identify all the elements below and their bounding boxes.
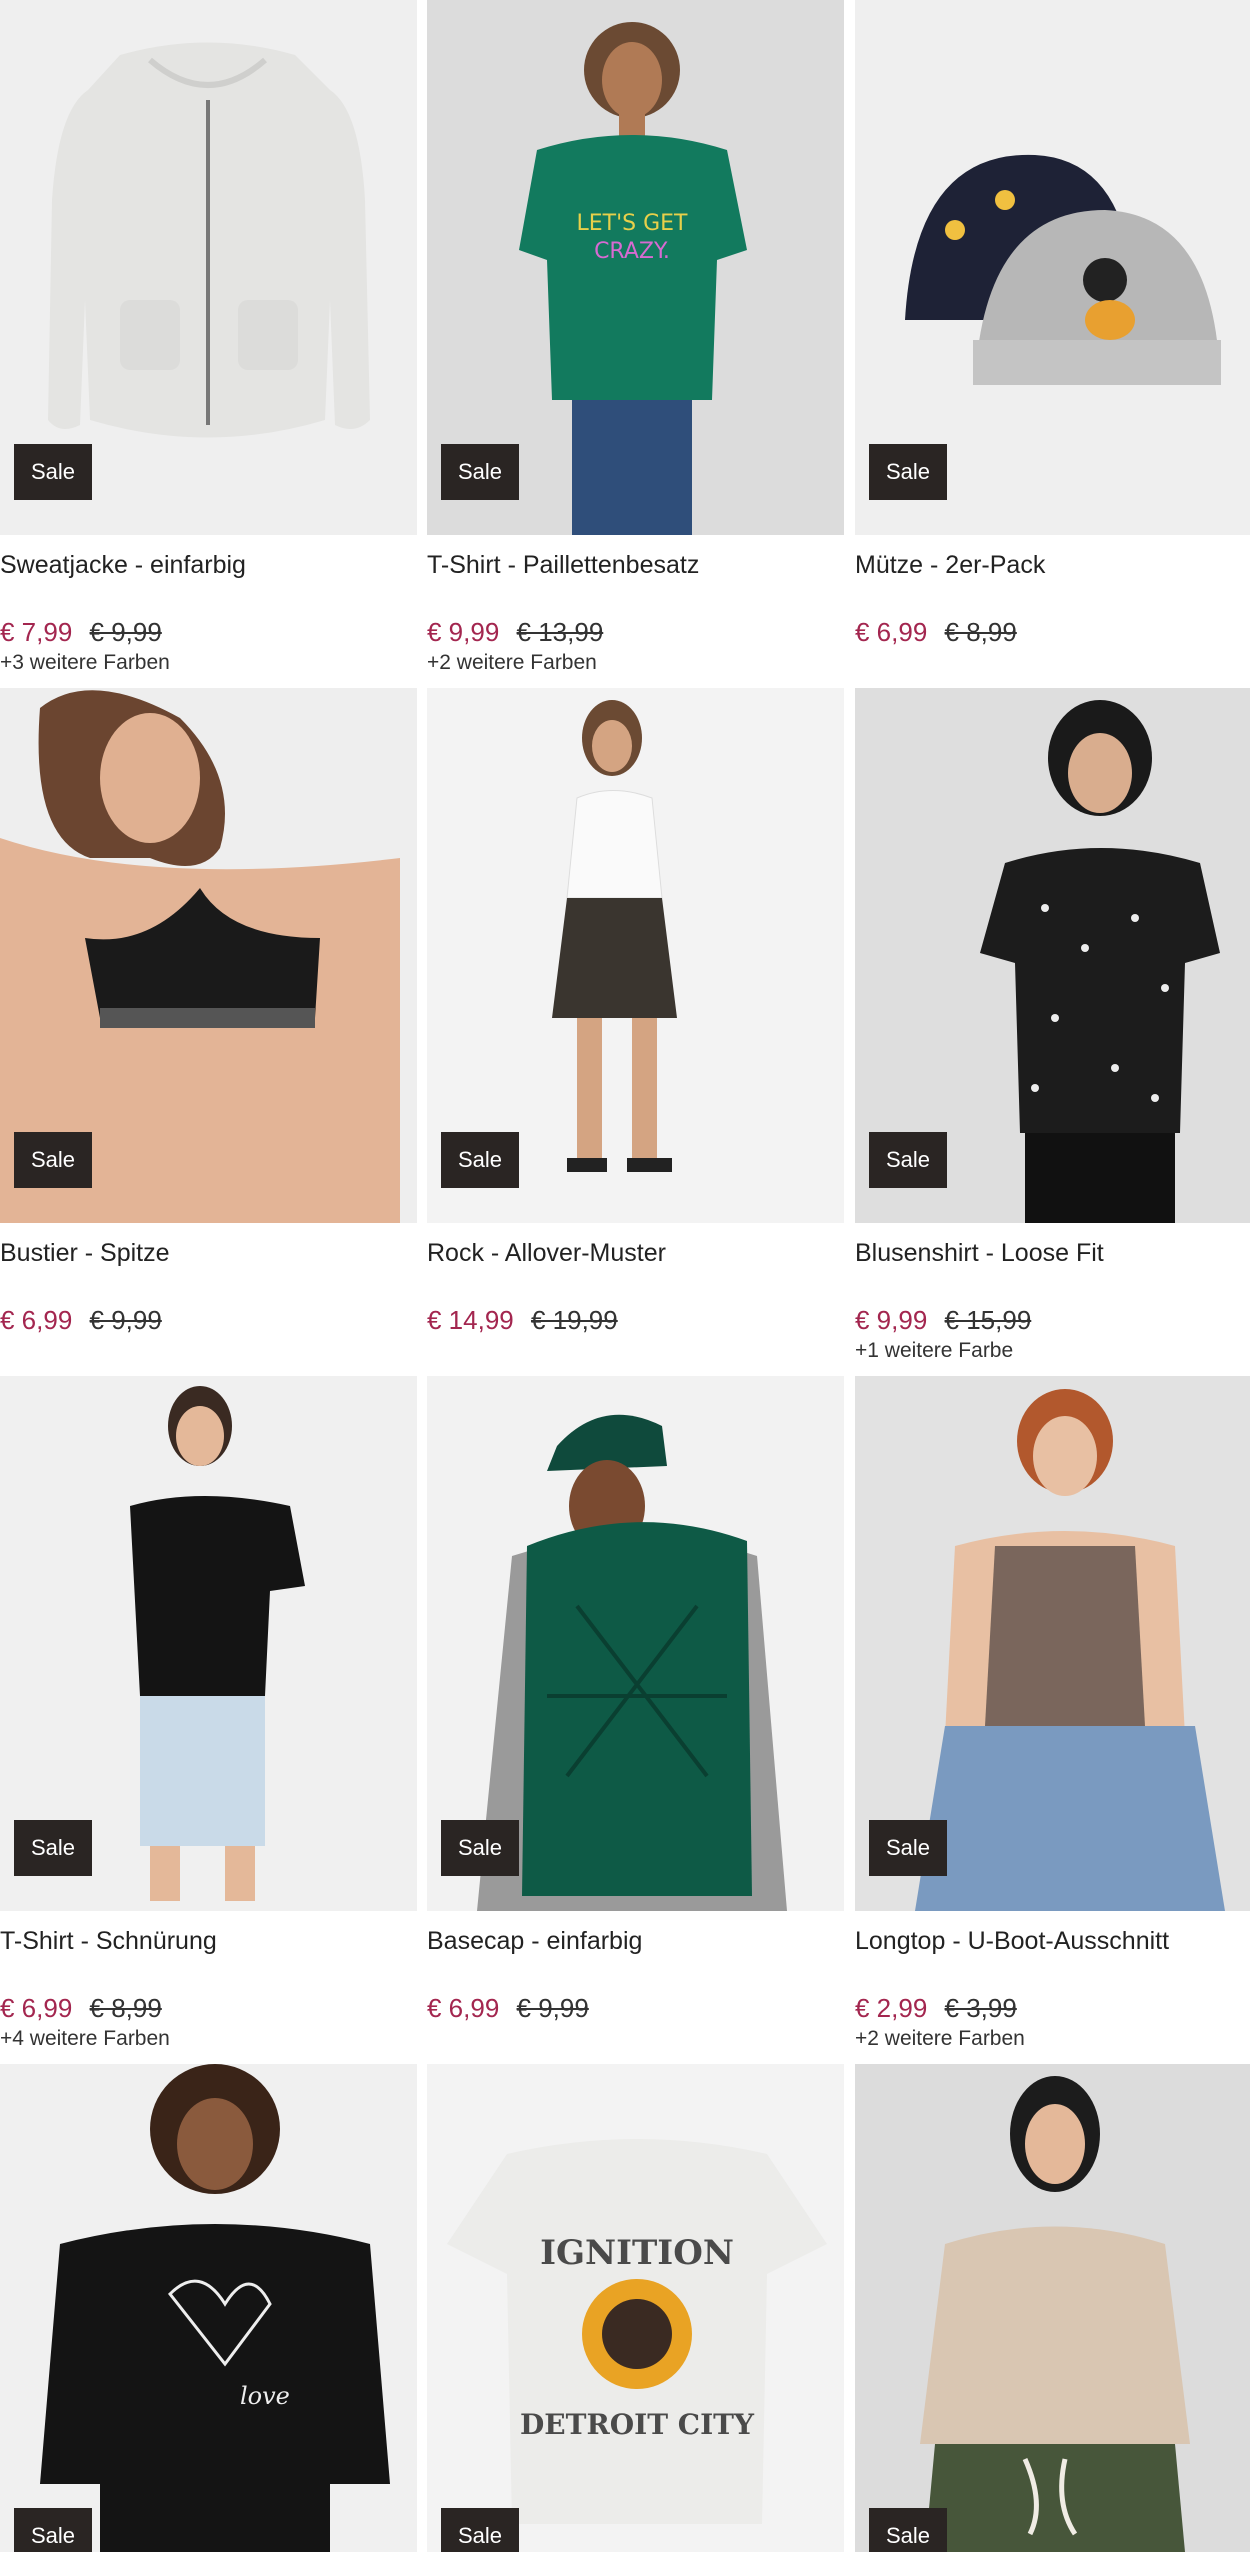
product-image[interactable]: Sale: [0, 0, 417, 535]
sale-price: € 9,99: [427, 617, 500, 647]
price-row: € 6,99 € 9,99: [0, 1303, 417, 1337]
model-sweater-image: love: [40, 2064, 390, 2552]
price-row: € 7,99 € 9,99: [0, 615, 417, 649]
model-blouse-image: [920, 2076, 1190, 2552]
sale-badge: Sale: [869, 2508, 947, 2552]
sale-price: € 9,99: [855, 1305, 928, 1335]
old-price: € 9,99: [89, 1305, 162, 1335]
product-image[interactable]: Sale: [0, 688, 417, 1223]
product-image[interactable]: Sale: [855, 688, 1250, 1223]
old-price: € 9,99: [89, 617, 162, 647]
sale-price: € 14,99: [427, 1305, 514, 1335]
sale-badge: Sale: [441, 1132, 519, 1188]
product-title[interactable]: Sweatjacke - einfarbig: [0, 545, 417, 585]
product-image[interactable]: Sale: [855, 0, 1250, 535]
sale-badge: Sale: [441, 1820, 519, 1876]
sale-badge: Sale: [869, 444, 947, 500]
product-card[interactable]: IGNITION DETROIT CITY Sale: [427, 2064, 844, 2552]
product-card[interactable]: Sale: [855, 2064, 1250, 2552]
product-card[interactable]: Sale Blusenshirt - Loose Fit € 9,99 € 15…: [855, 688, 1250, 1365]
product-image[interactable]: IGNITION DETROIT CITY Sale: [427, 2064, 844, 2552]
product-title[interactable]: Rock - Allover-Muster: [427, 1233, 844, 1273]
product-title[interactable]: Basecap - einfarbig: [427, 1921, 844, 1961]
svg-text:IGNITION: IGNITION: [540, 2233, 734, 2273]
product-image[interactable]: Sale: [0, 1376, 417, 1911]
product-title[interactable]: T-Shirt - Schnürung: [0, 1921, 417, 1961]
more-colors-link[interactable]: [427, 2025, 844, 2053]
more-colors-link[interactable]: +3 weitere Farben: [0, 649, 417, 677]
product-title[interactable]: T-Shirt - Paillettenbesatz: [427, 545, 844, 585]
product-card[interactable]: Sale T-Shirt - Schnürung € 6,99 € 8,99 +…: [0, 1376, 417, 2053]
old-price: € 13,99: [516, 617, 604, 647]
sale-price: € 6,99: [427, 1993, 500, 2023]
sale-badge: Sale: [14, 444, 92, 500]
sale-badge: Sale: [14, 2508, 92, 2552]
product-image[interactable]: love Sale: [0, 2064, 417, 2552]
more-colors-link[interactable]: +2 weitere Farben: [427, 649, 844, 677]
svg-text:LET'S GET: LET'S GET: [577, 211, 689, 236]
product-card[interactable]: Sale Longtop - U-Boot-Ausschnitt € 2,99 …: [855, 1376, 1250, 2053]
old-price: € 8,99: [89, 1993, 162, 2023]
more-colors-link[interactable]: +2 weitere Farben: [855, 2025, 1250, 2053]
more-colors-link[interactable]: [0, 1337, 417, 1365]
product-title[interactable]: Mütze - 2er-Pack: [855, 545, 1250, 585]
sale-badge: Sale: [869, 1132, 947, 1188]
product-card[interactable]: Sale Sweatjacke - einfarbig € 7,99 € 9,9…: [0, 0, 417, 677]
price-row: € 6,99 € 9,99: [427, 1991, 844, 2025]
product-card[interactable]: Sale Rock - Allover-Muster € 14,99 € 19,…: [427, 688, 844, 1365]
product-title[interactable]: Longtop - U-Boot-Ausschnitt: [855, 1921, 1250, 1961]
price-row: € 9,99 € 15,99: [855, 1303, 1250, 1337]
more-colors-link[interactable]: +4 weitere Farben: [0, 2025, 417, 2053]
price-row: € 9,99 € 13,99: [427, 615, 844, 649]
graphic-tshirt-image: IGNITION DETROIT CITY: [447, 2139, 827, 2524]
product-card[interactable]: Sale Bustier - Spitze € 6,99 € 9,99: [0, 688, 417, 1365]
product-image[interactable]: Sale: [855, 1376, 1250, 1911]
product-card[interactable]: love Sale: [0, 2064, 417, 2552]
more-colors-link[interactable]: [855, 649, 1250, 677]
svg-text:CRAZY.: CRAZY.: [594, 239, 670, 264]
product-image[interactable]: Sale: [427, 1376, 844, 1911]
product-image[interactable]: Sale: [427, 688, 844, 1223]
more-colors-link[interactable]: [427, 1337, 844, 1365]
sale-price: € 6,99: [0, 1993, 73, 2023]
sale-price: € 2,99: [855, 1993, 928, 2023]
price-row: € 6,99 € 8,99: [855, 615, 1250, 649]
sale-price: € 7,99: [0, 617, 73, 647]
old-price: € 19,99: [530, 1305, 618, 1335]
product-title[interactable]: Bustier - Spitze: [0, 1233, 417, 1273]
svg-text:DETROIT CITY: DETROIT CITY: [520, 2408, 755, 2441]
sale-price: € 6,99: [855, 617, 928, 647]
product-image[interactable]: Sale: [855, 2064, 1250, 2552]
sale-badge: Sale: [14, 1132, 92, 1188]
old-price: € 8,99: [944, 617, 1017, 647]
product-card[interactable]: Sale Mütze - 2er-Pack € 6,99 € 8,99: [855, 0, 1250, 677]
sale-badge: Sale: [441, 2508, 519, 2552]
old-price: € 15,99: [944, 1305, 1032, 1335]
sale-badge: Sale: [869, 1820, 947, 1876]
price-row: € 6,99 € 8,99: [0, 1991, 417, 2025]
sale-price: € 6,99: [0, 1305, 73, 1335]
more-colors-link[interactable]: +1 weitere Farbe: [855, 1337, 1250, 1365]
old-price: € 3,99: [944, 1993, 1017, 2023]
sale-badge: Sale: [441, 444, 519, 500]
product-title[interactable]: Blusenshirt - Loose Fit: [855, 1233, 1250, 1273]
old-price: € 9,99: [516, 1993, 589, 2023]
product-image[interactable]: LET'S GET CRAZY. Sale: [427, 0, 844, 535]
price-row: € 14,99 € 19,99: [427, 1303, 844, 1337]
sale-badge: Sale: [14, 1820, 92, 1876]
price-row: € 2,99 € 3,99: [855, 1991, 1250, 2025]
product-card[interactable]: Sale Basecap - einfarbig € 6,99 € 9,99: [427, 1376, 844, 2053]
product-card[interactable]: LET'S GET CRAZY. Sale T-Shirt - Paillett…: [427, 0, 844, 677]
product-grid: Sale Sweatjacke - einfarbig € 7,99 € 9,9…: [0, 0, 1250, 2552]
svg-text:love: love: [240, 2382, 290, 2410]
